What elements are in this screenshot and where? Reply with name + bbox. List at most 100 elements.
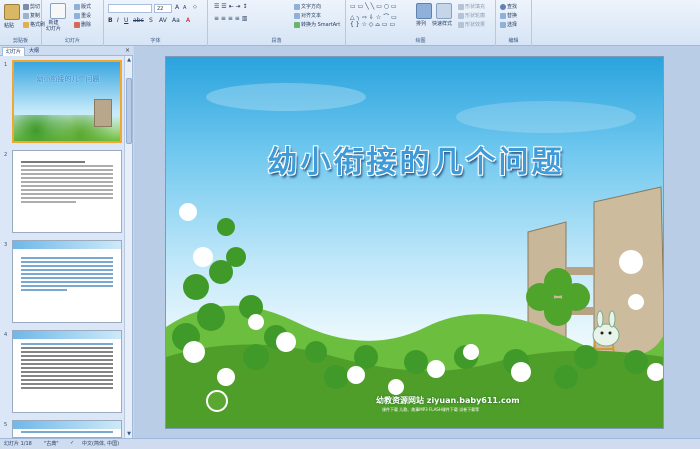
thumb-line [21,289,67,291]
shape-effects-button[interactable]: 形状效果 [458,21,485,28]
text-direction-label: 文字方向 [301,4,322,10]
slides-group: 新建 幻灯片 版式 重设 删除 幻灯片 [42,0,104,46]
align-text-button[interactable]: 对齐文本 [294,12,321,19]
underline-button[interactable]: U [124,17,128,24]
thumb-line [21,193,113,195]
reset-label: 重设 [81,13,92,19]
slide-thumbnail-4[interactable] [12,330,122,413]
quick-styles-icon[interactable] [436,3,452,19]
panel-tabs: 幻灯片 大纲 × [0,46,133,56]
site-name: 幼教资源网站 ziyuan.baby611.com [376,396,520,405]
thumb-banner [13,331,121,339]
text-direction-button[interactable]: 文字方向 [294,3,321,10]
change-case-button[interactable]: Aa [172,17,180,24]
copy-button[interactable]: 复制 [23,12,40,19]
clipboard-group-label: 剪贴板 [12,38,28,44]
reset-button[interactable]: 重设 [74,12,91,19]
thumb-line [21,363,113,365]
thumb-line [21,375,113,377]
thumb-line [21,371,113,373]
font-color-button[interactable]: A [186,17,190,24]
shape-outline-button[interactable]: 形状轮廓 [458,12,485,19]
site-subtitle: 课件下载 儿歌、故事MP3 FLASH课件下载 试卷下载等 [382,407,480,412]
slide-thumbnail-3[interactable] [12,240,122,323]
thumb-banner [13,421,121,429]
slide-background-art [166,83,663,428]
thumb-line [21,177,113,179]
shape-fill-button[interactable]: 形状填充 [458,3,485,10]
drawing-group-label: 绘图 [415,38,426,44]
scroll-up-icon[interactable]: ▲ [125,56,133,64]
tab-slides[interactable]: 幻灯片 [2,47,26,56]
spellcheck-icon[interactable]: ✓ [70,440,74,446]
outline-icon [458,12,464,19]
delete-icon [74,21,80,28]
font-size-combo[interactable]: 22 [154,4,172,13]
site-logo-icon [206,390,228,412]
current-slide[interactable]: 幼小衔接的几个问题 幼教资源网站 ziyuan.baby611.com 课件下载… [165,56,664,429]
thumb-number: 3 [4,242,8,248]
arrange-icon[interactable] [416,3,432,19]
layout-button[interactable]: 版式 [74,3,91,10]
slide-editing-area: 幼小衔接的几个问题 幼教资源网站 ziyuan.baby611.com 课件下载… [134,46,700,438]
thumb-number: 5 [4,422,8,428]
grow-font-button[interactable]: A [175,4,179,11]
scroll-down-icon[interactable]: ▼ [125,430,133,438]
select-button[interactable]: 选择 [500,21,517,28]
layout-label: 版式 [81,4,92,10]
clipboard-group: 粘贴 剪切 复制 格式刷 剪贴板 [0,0,45,46]
panel-scrollbar[interactable]: ▲ ▼ [124,56,132,438]
reset-icon [74,12,80,19]
new-slide-icon[interactable] [50,3,66,19]
thumb-text-lines [21,161,113,205]
paste-icon[interactable] [4,4,20,20]
slides-group-label: 幻灯片 [64,38,80,44]
slides-panel: 幻灯片 大纲 × 1 幼小衔接的几个问题 2 3 4 5 ▲ ▼ [0,46,133,438]
bold-button[interactable]: B [108,17,113,24]
spacing-button[interactable]: AV [159,17,167,24]
slide-thumbnail-5[interactable] [12,420,122,438]
align-icons[interactable]: ≡ ≡ ≡ ≡ ▥ [214,15,247,22]
theme-name: "古典" [44,441,59,447]
thumb-line [21,181,113,183]
scissors-icon [23,3,29,10]
copy-icon [23,12,29,19]
language-indicator[interactable]: 中文(简体, 中国) [82,440,119,447]
shapes-gallery[interactable]: ▭ ▭ ╲ ╲ ▭ ○ ▭ [350,3,397,10]
thumb-text-lines [21,431,113,435]
thumb-line [21,343,113,345]
close-icon[interactable]: × [125,47,130,54]
ribbon: 粘贴 剪切 复制 格式刷 剪贴板 新建 幻灯片 版式 重设 删除 幻灯片 22 … [0,0,700,46]
delete-button[interactable]: 删除 [74,21,91,28]
paste-button[interactable]: 粘贴 [4,22,14,29]
align-text-label: 对齐文本 [301,13,322,19]
fill-icon [458,3,464,10]
thumb-line [21,379,113,381]
italic-button[interactable]: I [117,17,119,24]
quick-styles-button[interactable]: 快速样式 [432,20,452,27]
slide-thumbnail-1[interactable]: 幼小衔接的几个问题 [12,60,122,143]
replace-button[interactable]: 替换 [500,12,517,19]
strikethrough-button[interactable]: abc [133,17,144,24]
cut-button[interactable]: 剪切 [23,3,40,10]
shrink-font-button[interactable]: A [183,5,186,11]
shapes-gallery-row3[interactable]: { } ☆ ◇ ⌓ ▭ ▭ [350,21,395,29]
shapes-gallery-row2[interactable]: △ ╮ ⇨ ⇩ ☆ ⌒ ▭ [350,12,397,21]
thumb-line [21,281,113,283]
replace-icon [500,12,506,19]
new-slide-button[interactable]: 新建 幻灯片 [46,20,61,32]
bullets-icon[interactable]: ☰ ☰ ⇤ ⇥ ↕ [214,3,247,10]
slide-title[interactable]: 幼小衔接的几个问题 [196,137,636,181]
tab-outline[interactable]: 大纲 [26,47,42,56]
thumb-line [21,189,113,191]
font-name-combo[interactable] [108,4,152,13]
shadow-button[interactable]: S [149,17,153,24]
slide-thumbnail-2[interactable] [12,150,122,233]
paragraph-group-label: 段落 [271,38,282,44]
scroll-thumb[interactable] [126,78,132,144]
clear-format-icon[interactable]: ◇ [193,4,197,10]
smartart-button[interactable]: 转换为 SmartArt [294,21,340,28]
find-button[interactable]: 查找 [500,3,517,10]
thumb-line [21,285,113,287]
arrange-button[interactable]: 排列 [416,20,426,27]
